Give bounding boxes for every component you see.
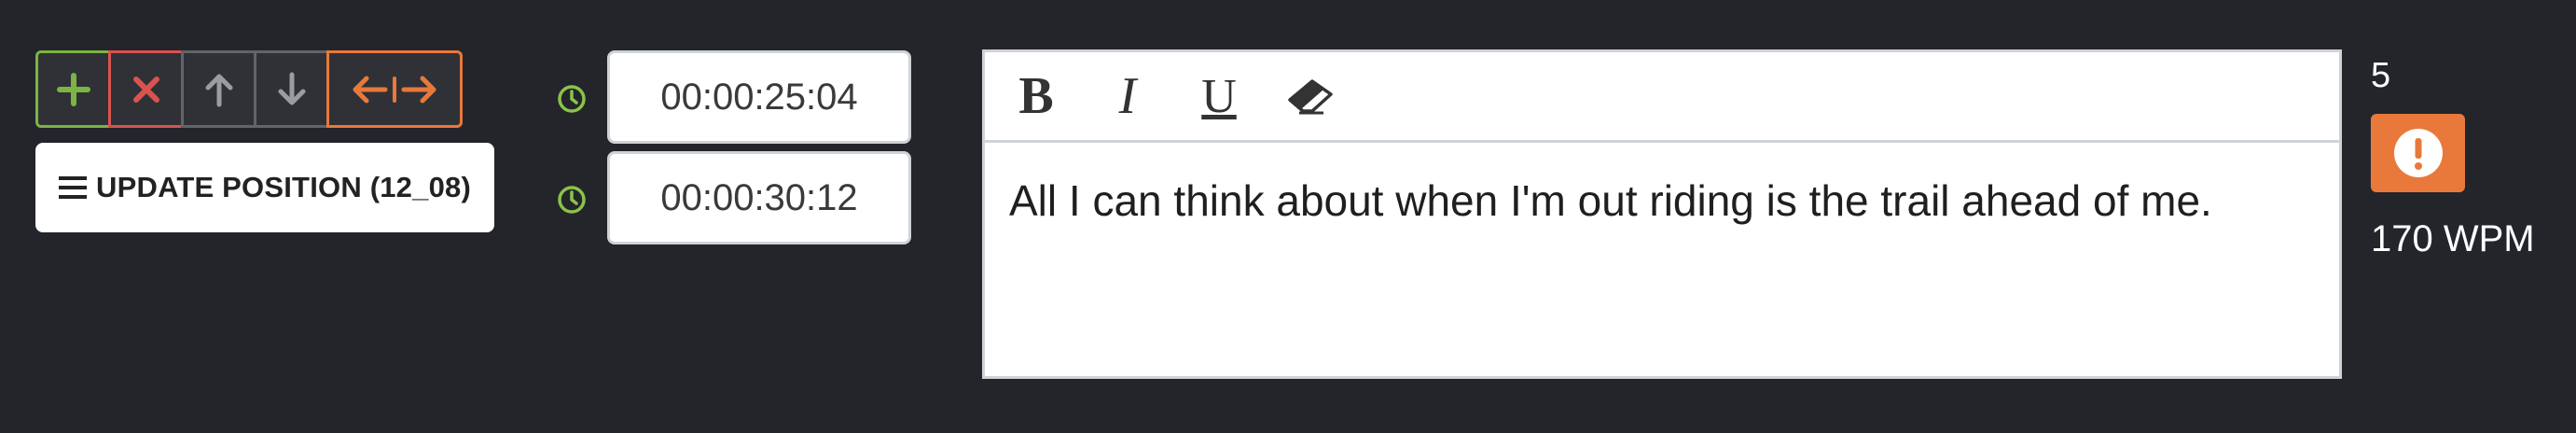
editor-toolbar: B I U xyxy=(985,52,2339,143)
alert-icon xyxy=(2393,129,2443,177)
add-button[interactable] xyxy=(35,50,111,128)
update-position-button[interactable]: UPDATE POSITION (12_08) xyxy=(35,143,494,232)
underline-icon[interactable]: U xyxy=(1193,68,1245,124)
delete-button[interactable] xyxy=(108,50,184,128)
close-icon xyxy=(132,76,159,103)
start-time-input[interactable] xyxy=(607,50,911,144)
clock-icon xyxy=(558,186,586,214)
words-per-minute: 170 WPM xyxy=(2371,218,2535,259)
row-controls xyxy=(35,50,463,128)
move-up-button[interactable] xyxy=(181,50,256,128)
update-position-label: UPDATE POSITION (12_08) xyxy=(96,171,471,203)
move-down-button[interactable] xyxy=(254,50,329,128)
arrow-up-icon xyxy=(205,74,232,106)
split-merge-button[interactable] xyxy=(326,50,463,128)
arrows-left-right-icon xyxy=(353,76,436,103)
subtitle-row: UPDATE POSITION (12_08) B I U All I can … xyxy=(0,0,2576,433)
menu-icon xyxy=(59,175,88,200)
bold-icon[interactable]: B xyxy=(1010,67,1062,125)
subtitle-text-area[interactable]: All I can think about when I'm out ridin… xyxy=(985,143,2339,230)
clock-icon xyxy=(558,85,586,113)
plus-icon xyxy=(56,72,90,106)
arrow-down-icon xyxy=(278,72,305,105)
subtitle-editor: B I U All I can think about when I'm out… xyxy=(982,49,2342,379)
warning-button[interactable] xyxy=(2371,114,2465,192)
italic-icon[interactable]: I xyxy=(1101,67,1154,125)
end-time-input[interactable] xyxy=(607,151,911,244)
line-count: 5 xyxy=(2371,56,2391,95)
eraser-icon[interactable] xyxy=(1284,68,1336,124)
